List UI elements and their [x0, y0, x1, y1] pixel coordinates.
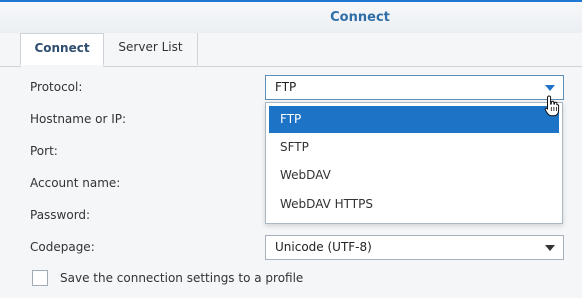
- save-profile-checkbox[interactable]: [32, 270, 48, 286]
- tab-divider-gap: [21, 66, 103, 67]
- window-title: Connect: [330, 10, 390, 25]
- protocol-option-webdav[interactable]: WebDAV: [269, 162, 559, 189]
- hand-pointer-icon: [544, 95, 560, 117]
- codepage-select-value: Unicode (UTF-8): [275, 240, 372, 254]
- tab-server-list[interactable]: Server List: [104, 33, 198, 65]
- title-bar: Connect: [0, 2, 582, 33]
- codepage-label: Codepage:: [30, 240, 95, 254]
- codepage-select[interactable]: Unicode (UTF-8): [265, 235, 564, 260]
- protocol-option-webdav-https[interactable]: WebDAV HTTPS: [269, 191, 559, 218]
- protocol-label: Protocol:: [30, 80, 83, 94]
- tab-bar: Connect Server List: [0, 33, 582, 67]
- protocol-dropdown-menu: FTP SFTP WebDAV WebDAV HTTPS: [265, 102, 563, 224]
- save-profile-label: Save the connection settings to a profil…: [60, 271, 304, 285]
- chevron-down-icon[interactable]: [545, 85, 555, 91]
- hostname-label: Hostname or IP:: [30, 112, 127, 126]
- protocol-select[interactable]: FTP: [265, 75, 564, 100]
- chevron-down-icon[interactable]: [545, 245, 555, 251]
- protocol-option-ftp[interactable]: FTP: [269, 106, 559, 133]
- tab-connect[interactable]: Connect: [20, 33, 104, 65]
- password-label: Password:: [30, 208, 91, 222]
- account-name-label: Account name:: [30, 176, 121, 190]
- port-label: Port:: [30, 144, 58, 158]
- protocol-select-value: FTP: [275, 80, 297, 94]
- protocol-option-sftp[interactable]: SFTP: [269, 134, 559, 161]
